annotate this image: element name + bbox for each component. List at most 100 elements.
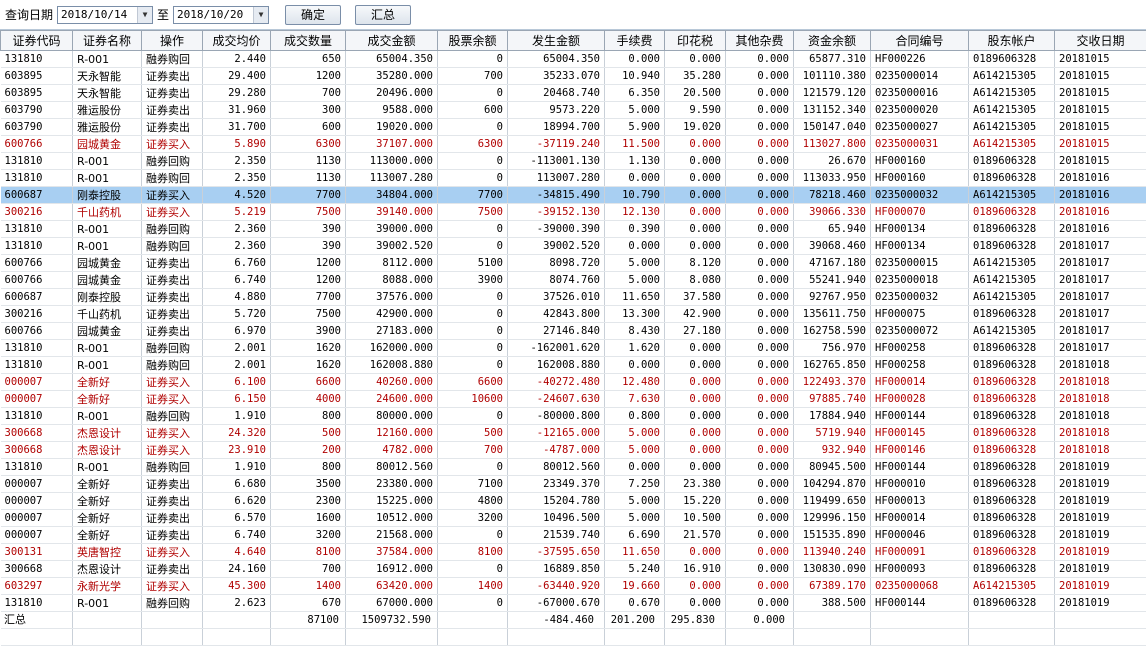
table-row[interactable]: 300668杰恩设计证券买入23.9102004782.000700-4787.… [1,442,1146,459]
column-header[interactable]: 其他杂费 [726,31,794,51]
column-header[interactable]: 成交金额 [346,31,438,51]
table-cell: 6600 [438,374,508,391]
table-row[interactable]: 600766园城黄金证券卖出6.970390027183.000027146.8… [1,323,1146,340]
confirm-button[interactable]: 确定 [285,5,341,25]
table-row[interactable]: 300216千山药机证券卖出5.720750042900.000042843.8… [1,306,1146,323]
table-row[interactable]: 600766园城黄金证券卖出6.74012008088.00039008074.… [1,272,1146,289]
table-cell: 8098.720 [508,255,605,272]
date-to-picker[interactable]: 2018/10/20 ▼ [173,6,269,24]
table-cell: 300216 [1,204,73,221]
table-row[interactable]: 131810R-001融券购回2.36039039002.520039002.5… [1,238,1146,255]
column-header[interactable]: 股东帐户 [969,31,1055,51]
table-cell: 113027.800 [794,136,871,153]
table-row[interactable]: 131810R-001融券购回2.44065065004.350065004.3… [1,51,1146,68]
table-cell: 23380.000 [346,476,438,493]
table-row[interactable]: 000007全新好证券买入6.150400024600.00010600-246… [1,391,1146,408]
column-header[interactable]: 发生金额 [508,31,605,51]
table-row[interactable]: 603895天永智能证券卖出29.28070020496.000020468.7… [1,85,1146,102]
table-cell: 000007 [1,374,73,391]
table-cell: 0.000 [726,102,794,119]
table-row[interactable]: 131810R-001融券购回2.0011620162008.880016200… [1,357,1146,374]
chevron-down-icon[interactable]: ▼ [137,7,152,23]
table-cell: 0189606328 [969,170,1055,187]
table-cell: 7500 [438,204,508,221]
column-header[interactable]: 成交均价 [203,31,271,51]
table-cell: 35.280 [665,68,726,85]
table-cell: 8074.760 [508,272,605,289]
table-cell: 34804.000 [346,187,438,204]
table-cell: 1620 [271,340,346,357]
table-cell: 0.000 [665,442,726,459]
table-row[interactable]: 131810R-001融券回购2.36039039000.0000-39000.… [1,221,1146,238]
table-row[interactable]: 000007全新好证券卖出6.620230015225.000480015204… [1,493,1146,510]
table-row[interactable]: 603895天永智能证券卖出29.400120035280.0007003523… [1,68,1146,85]
column-header[interactable]: 股票余额 [438,31,508,51]
table-cell: 5.000 [605,272,665,289]
table-cell: 0.390 [605,221,665,238]
table-cell: 600766 [1,323,73,340]
table-row[interactable]: 603790雅运股份证券卖出31.70060019020.000018994.7… [1,119,1146,136]
table-cell [271,629,346,646]
table-cell: 20181015 [1055,102,1146,119]
table-row[interactable]: 600766园城黄金证券卖出6.76012008112.00051008098.… [1,255,1146,272]
table-cell: 15204.780 [508,493,605,510]
table-cell: 0 [438,408,508,425]
column-header[interactable]: 合同编号 [871,31,969,51]
table-cell: 40260.000 [346,374,438,391]
table-cell: 5.000 [605,442,665,459]
column-header[interactable]: 成交数量 [271,31,346,51]
table-row[interactable]: 300216千山药机证券买入5.219750039140.0007500-391… [1,204,1146,221]
table-cell: A614215305 [969,578,1055,595]
table-cell: 67000.000 [346,595,438,612]
table-cell: 20181016 [1055,204,1146,221]
table-cell [346,629,438,646]
table-row[interactable]: 603297永新光学证券买入45.300140063420.0001400-63… [1,578,1146,595]
table-row[interactable]: 000007全新好证券卖出6.570160010512.000320010496… [1,510,1146,527]
table-cell: 0.000 [665,170,726,187]
table-row[interactable]: 600766园城黄金证券买入5.890630037107.0006300-371… [1,136,1146,153]
chevron-down-icon[interactable]: ▼ [253,7,268,23]
table-row[interactable]: 131810R-001融券购回1.91080080012.560080012.5… [1,459,1146,476]
column-header[interactable]: 手续费 [605,31,665,51]
date-to-value[interactable]: 2018/10/20 [174,8,246,21]
table-cell: 000007 [1,527,73,544]
table-row[interactable]: 603790雅运股份证券卖出31.9603009588.0006009573.2… [1,102,1146,119]
table-row[interactable]: 300668杰恩设计证券卖出24.16070016912.000016889.8… [1,561,1146,578]
table-row[interactable]: 300131英唐智控证券买入4.640810037584.0008100-375… [1,544,1146,561]
table-cell: 3200 [271,527,346,544]
table-cell: 390 [271,221,346,238]
table-row[interactable]: 131810R-001融券回购1.91080080000.0000-80000.… [1,408,1146,425]
date-from-picker[interactable]: 2018/10/14 ▼ [57,6,153,24]
table-cell: 65004.350 [508,51,605,68]
table-cell: 0.000 [726,306,794,323]
table-row[interactable]: 131810R-001融券回购2.62367067000.0000-67000.… [1,595,1146,612]
table-row[interactable]: 000007全新好证券卖出6.740320021568.000021539.74… [1,527,1146,544]
summary-other: 0.000 [719,612,785,628]
table-row[interactable]: 131810R-001融券购回2.3501130113007.280011300… [1,170,1146,187]
column-header[interactable]: 印花税 [665,31,726,51]
table-cell: 0.000 [726,357,794,374]
column-header[interactable]: 交收日期 [1055,31,1146,51]
table-cell: R-001 [73,459,142,476]
column-header[interactable]: 证券名称 [73,31,142,51]
column-header[interactable]: 操作 [142,31,203,51]
table-row[interactable]: 000007全新好证券买入6.100660040260.0006600-4027… [1,374,1146,391]
table-row[interactable]: 600687刚泰控股证券卖出4.880770037576.000037526.0… [1,289,1146,306]
table-row[interactable]: 131810R-001融券回购2.0011620162000.0000-1620… [1,340,1146,357]
summary-button[interactable]: 汇总 [355,5,411,25]
table-cell: 131810 [1,170,73,187]
table-row[interactable]: 600687刚泰控股证券买入4.520770034804.0007700-348… [1,187,1146,204]
date-from-value[interactable]: 2018/10/14 [58,8,130,21]
table-cell: 0189606328 [969,561,1055,578]
column-header[interactable]: 资金余额 [794,31,871,51]
table-row[interactable]: 131810R-001融券回购2.3501130113000.0000-1130… [1,153,1146,170]
table-cell: 5.000 [605,102,665,119]
table-cell: 园城黄金 [73,272,142,289]
table-cell: A614215305 [969,187,1055,204]
table-row[interactable]: 300668杰恩设计证券买入24.32050012160.000500-1216… [1,425,1146,442]
table-cell: 10.790 [605,187,665,204]
column-header[interactable]: 证券代码 [1,31,73,51]
table-cell: 129996.150 [794,510,871,527]
table-cell: 20181018 [1055,391,1146,408]
table-row[interactable]: 000007全新好证券卖出6.680350023380.000710023349… [1,476,1146,493]
